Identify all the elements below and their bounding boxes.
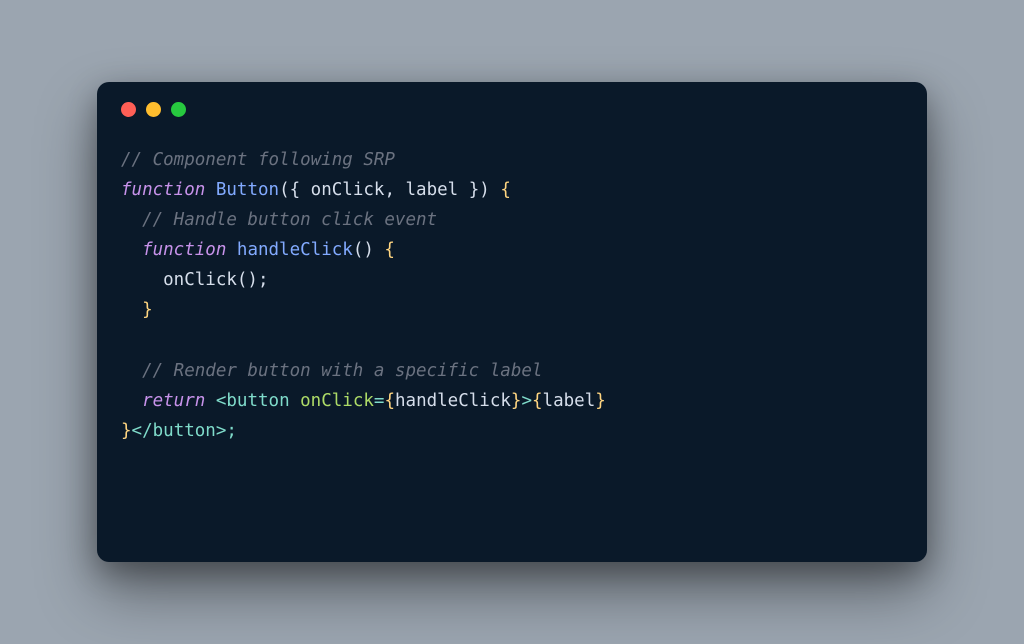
code-block: // Component following SRP function Butt…	[121, 145, 903, 446]
code-comment: // Handle button click event	[121, 210, 437, 230]
code-brace: }	[121, 421, 132, 441]
minimize-icon[interactable]	[146, 102, 161, 117]
close-icon[interactable]	[121, 102, 136, 117]
code-punc: </	[132, 421, 153, 441]
code-text	[121, 391, 142, 411]
code-paren: ()	[353, 240, 374, 260]
code-brace: }	[511, 391, 522, 411]
code-paren: ({	[279, 180, 311, 200]
code-paren: })	[458, 180, 490, 200]
code-keyword: function	[142, 240, 226, 260]
code-brace: }	[121, 300, 153, 320]
code-punc: <	[216, 391, 227, 411]
code-brace: {	[490, 180, 511, 200]
code-brace: {	[374, 240, 395, 260]
code-tag: button	[226, 391, 289, 411]
code-param: label	[406, 180, 459, 200]
code-brace: {	[384, 391, 395, 411]
code-comment: // Component following SRP	[121, 150, 395, 170]
window-titlebar	[121, 102, 903, 145]
code-tag: button	[153, 421, 216, 441]
code-function-name: handleClick	[226, 240, 352, 260]
code-text	[121, 240, 142, 260]
code-function-name: Button	[216, 180, 279, 200]
code-text: onClick();	[121, 270, 269, 290]
code-brace: {	[532, 391, 543, 411]
code-text: ,	[384, 180, 405, 200]
code-window: // Component following SRP function Butt…	[97, 82, 927, 562]
code-attr: onClick	[290, 391, 374, 411]
code-brace: }	[595, 391, 606, 411]
code-keyword: function	[121, 180, 205, 200]
code-punc: >	[521, 391, 532, 411]
code-text	[205, 391, 216, 411]
code-expr: handleClick	[395, 391, 511, 411]
code-keyword: return	[142, 391, 205, 411]
code-punc: >;	[216, 421, 237, 441]
code-punc: =	[374, 391, 385, 411]
code-expr: label	[543, 391, 596, 411]
code-param: onClick	[311, 180, 385, 200]
maximize-icon[interactable]	[171, 102, 186, 117]
code-text	[205, 180, 216, 200]
code-comment: // Render button with a specific label	[121, 361, 542, 381]
